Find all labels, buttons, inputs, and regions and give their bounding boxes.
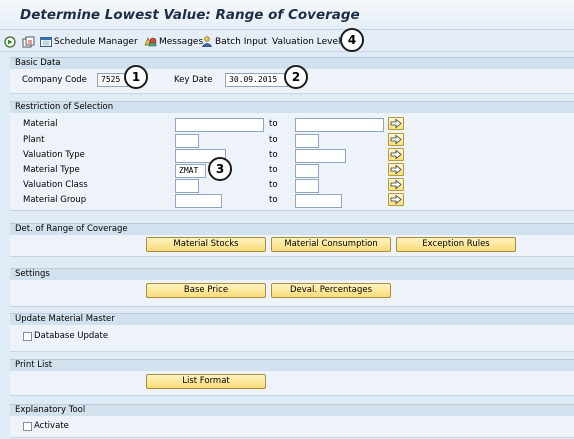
database-update-label: Database Update (34, 331, 109, 341)
explanatory-tool-header: Explanatory Tool (10, 404, 574, 416)
company-code-label: Company Code (22, 75, 87, 85)
list-format-button[interactable]: List Format (146, 374, 266, 389)
valuation-level-button[interactable]: Valuation Level (272, 34, 341, 49)
key-date-label: Key Date (174, 75, 213, 85)
arrow-right-icon (390, 149, 402, 160)
callout-badge-3: 3 (208, 157, 232, 181)
plant-from-field[interactable] (175, 134, 199, 148)
arrow-right-icon (390, 118, 402, 129)
valuation-class-from-field[interactable] (175, 179, 199, 193)
valuation-class-multiple-selection-button[interactable] (388, 178, 404, 191)
execute-icon (4, 35, 16, 48)
arrow-right-icon (390, 164, 402, 175)
print-list-section: List Format (10, 371, 574, 396)
settings-header: Settings (10, 268, 574, 280)
calendar-icon (40, 37, 52, 47)
restriction-label-material: Material (23, 119, 58, 129)
to-label: to (269, 135, 278, 145)
coverage-header: Det. of Range of Coverage (10, 223, 574, 235)
valuation-type-multiple-selection-button[interactable] (388, 148, 404, 161)
update-material-master-header: Update Material Master (10, 313, 574, 325)
to-label: to (269, 180, 278, 190)
schedule-manager-label: Schedule Manager (54, 36, 138, 47)
callout-badge-1: 1 (124, 65, 148, 89)
application-toolbar: Schedule Manager Messages Batch Input Va… (0, 30, 574, 52)
base-price-button[interactable]: Base Price (146, 283, 266, 298)
material-group-from-field[interactable] (175, 194, 222, 208)
material-to-field[interactable] (295, 118, 384, 132)
get-variant-button[interactable] (22, 34, 35, 49)
restriction-section: Material to Plant to Valuation Type to M… (10, 113, 574, 211)
restriction-label-material-type: Material Type (23, 165, 80, 175)
arrow-right-icon (390, 194, 402, 205)
restriction-label-plant: Plant (23, 135, 45, 145)
restriction-label-valuation-class: Valuation Class (23, 180, 88, 190)
material-type-to-field[interactable] (295, 164, 319, 178)
database-update-checkbox[interactable] (23, 332, 32, 341)
messages-icon (144, 37, 157, 47)
restriction-label-valuation-type: Valuation Type (23, 150, 85, 160)
to-label: to (269, 119, 278, 129)
valuation-class-to-field[interactable] (295, 179, 319, 193)
exception-rules-button[interactable]: Exception Rules (396, 237, 516, 252)
execute-button[interactable] (4, 34, 16, 49)
material-stocks-button[interactable]: Material Stocks (146, 237, 266, 252)
valuation-type-to-field[interactable] (295, 149, 346, 163)
arrow-right-icon (390, 134, 402, 145)
batch-input-label: Batch Input (215, 36, 268, 47)
material-type-from-field[interactable]: ZMAT (175, 164, 206, 178)
deval-percentages-button[interactable]: Deval. Percentages (271, 283, 391, 298)
to-label: to (269, 165, 278, 175)
schedule-manager-button[interactable]: Schedule Manager (40, 34, 138, 49)
person-icon (201, 36, 213, 47)
material-from-field[interactable] (175, 118, 264, 132)
settings-section: Base Price Deval. Percentages (10, 280, 574, 307)
material-group-to-field[interactable] (295, 194, 342, 208)
to-label: to (269, 195, 278, 205)
restriction-header: Restriction of Selection (10, 101, 574, 113)
update-material-master-section: Database Update (10, 325, 574, 352)
to-label: to (269, 150, 278, 160)
key-date-field[interactable]: 30.09.2015 (225, 73, 288, 87)
title-bar: Determine Lowest Value: Range of Coverag… (0, 0, 574, 30)
arrow-right-icon (390, 179, 402, 190)
batch-input-button[interactable]: Batch Input (201, 34, 267, 49)
explanatory-tool-section: Activate (10, 416, 574, 438)
restriction-label-material-group: Material Group (23, 195, 87, 205)
coverage-section: Material Stocks Material Consumption Exc… (10, 235, 574, 257)
activate-checkbox[interactable] (23, 422, 32, 431)
plant-multiple-selection-button[interactable] (388, 133, 404, 146)
print-list-header: Print List (10, 359, 574, 371)
valuation-level-label: Valuation Level (272, 36, 341, 47)
plant-to-field[interactable] (295, 134, 319, 148)
material-multiple-selection-button[interactable] (388, 117, 404, 130)
messages-label: Messages (159, 36, 204, 47)
material-consumption-button[interactable]: Material Consumption (271, 237, 391, 252)
callout-badge-2: 2 (284, 65, 308, 89)
activate-label: Activate (34, 421, 69, 431)
material-group-multiple-selection-button[interactable] (388, 193, 404, 206)
variant-icon (22, 36, 35, 47)
page-title: Determine Lowest Value: Range of Coverag… (20, 7, 360, 23)
callout-badge-4: 4 (340, 28, 364, 52)
material-type-multiple-selection-button[interactable] (388, 163, 404, 176)
messages-button[interactable]: Messages (144, 34, 203, 49)
